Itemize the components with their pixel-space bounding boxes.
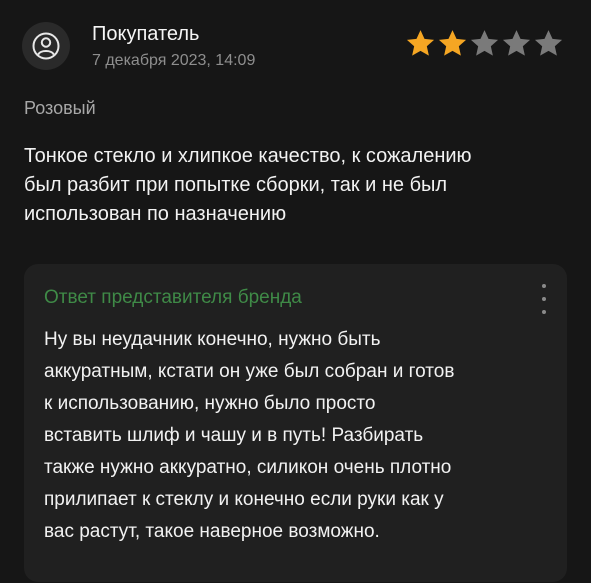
brand-reply-card: Ответ представителя бренда Ну вы неудачн… [24, 264, 567, 582]
brand-reply-line: к использованию, нужно было просто [44, 393, 376, 414]
brand-reply-title: Ответ представителя бренда [44, 287, 302, 308]
review-header: Покупатель 7 декабря 2023, 14:09 [22, 22, 572, 74]
review-text-line: использован по назначению [24, 203, 287, 225]
review-card: Покупатель 7 декабря 2023, 14:09 Розовый… [0, 0, 591, 583]
rating-stars [405, 28, 564, 59]
more-vertical-icon[interactable] [539, 284, 549, 314]
review-text-line: был разбит при попытке сборки, так и не … [24, 174, 448, 196]
brand-reply-line: вставить шлиф и чашу и в путь! Разбирать [44, 425, 424, 446]
star-icon [502, 30, 531, 56]
star-icon [470, 30, 499, 56]
author-name: Покупатель [92, 23, 200, 45]
brand-reply-text: Ну вы неудачник конечно, нужно быть акку… [44, 324, 554, 548]
star-icon [406, 30, 435, 56]
user-circle-icon [32, 32, 60, 60]
user-avatar[interactable] [22, 22, 70, 70]
review-text-line: Тонкое стекло и хлипкое качество, к сожа… [24, 145, 472, 167]
brand-reply-line: Ну вы неудачник конечно, нужно быть [44, 329, 381, 350]
star-icon [534, 30, 563, 56]
brand-reply-line: аккуратным, кстати он уже был собран и г… [44, 361, 455, 382]
brand-reply-line: вас растут, такое наверное возможно. [44, 521, 380, 542]
review-screen: Покупатель 7 декабря 2023, 14:09 Розовый… [0, 0, 591, 583]
brand-reply-line: также нужно аккуратно, силикон очень пло… [44, 457, 452, 478]
star-icon [438, 30, 467, 56]
review-date: 7 декабря 2023, 14:09 [92, 52, 256, 69]
product-variant: Розовый [24, 98, 96, 118]
brand-reply-line: прилипает к стеклу и конечно если руки к… [44, 489, 444, 510]
review-text: Тонкое стекло и хлипкое качество, к сожа… [24, 142, 564, 229]
